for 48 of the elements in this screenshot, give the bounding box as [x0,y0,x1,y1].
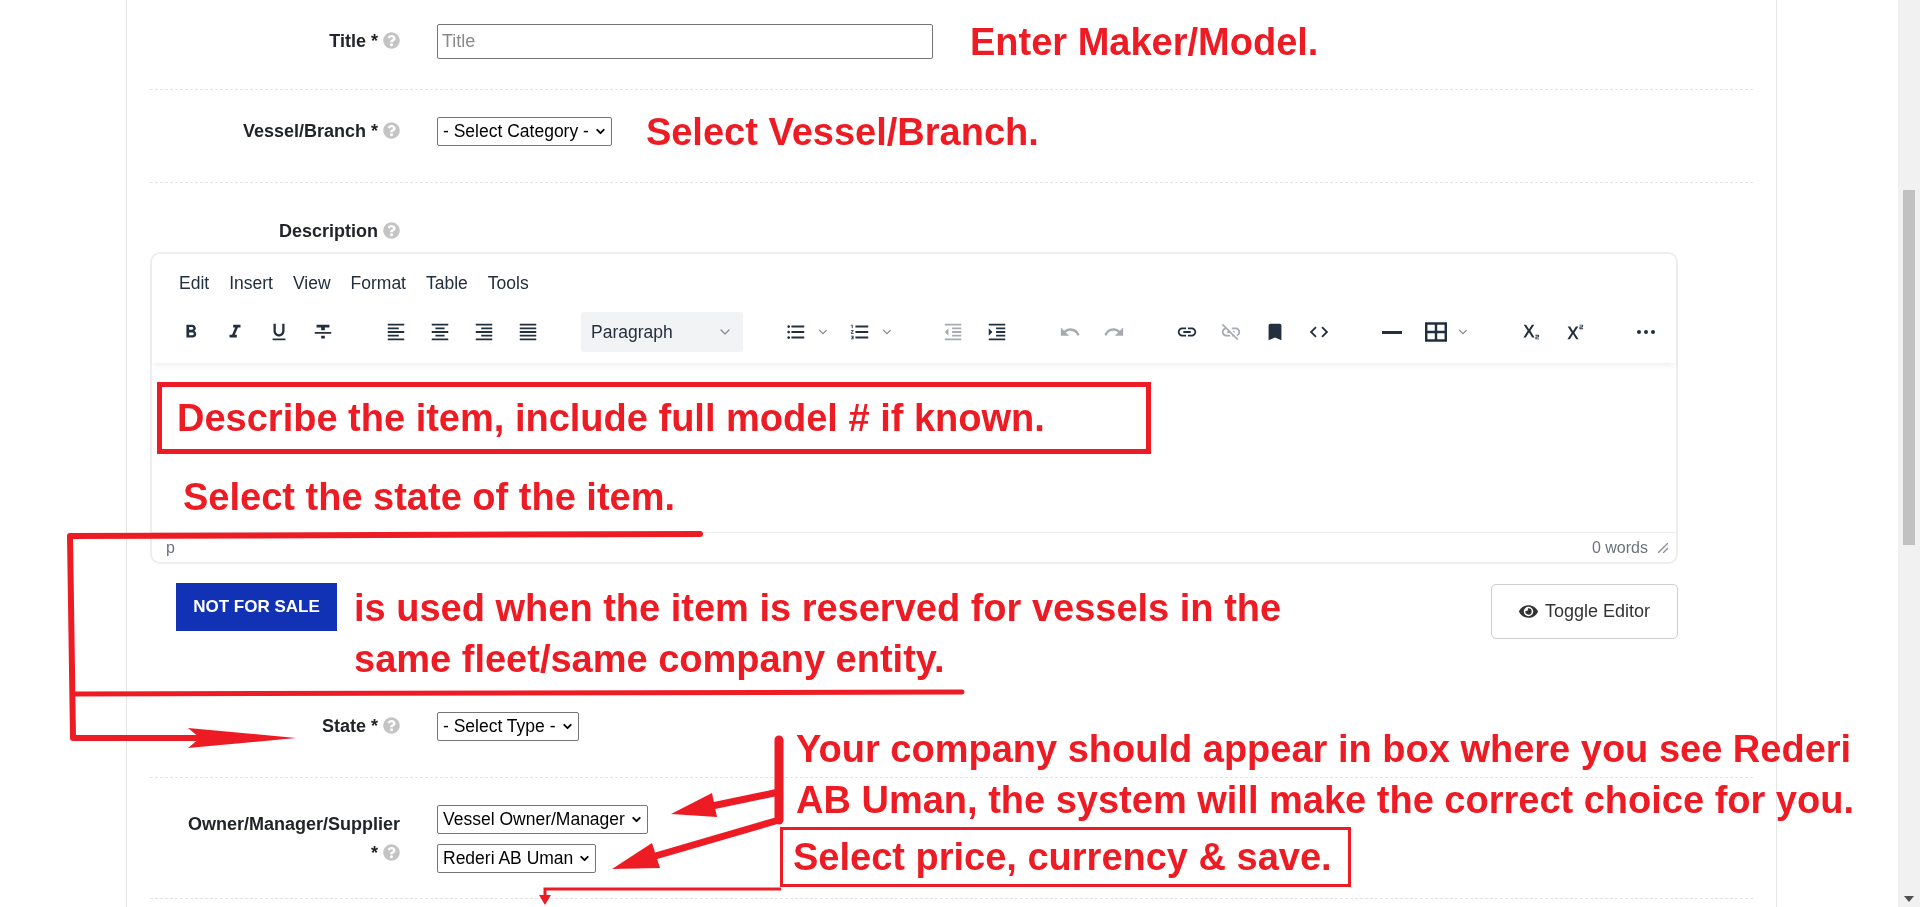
resize-handle-icon[interactable] [1658,542,1668,553]
scroll-down-arrow-icon[interactable] [1904,896,1914,902]
dropdown-select[interactable]: Rederi AB Uman [437,844,597,873]
boxed-annotation: Describe the item, include full model # if known. [157,382,1151,454]
status-badge: NOT FOR SALE [176,583,337,631]
title-input[interactable]: Title [437,24,933,59]
field-label: Description [278,221,378,241]
required-asterisk: * [370,31,378,51]
scrollbar[interactable] [1898,0,1920,907]
annotation-text: Enter Maker/Model. [970,19,1319,64]
menu-item[interactable]: Table [416,268,478,298]
unlink-icon [1220,321,1242,343]
field-label: Title [329,31,366,51]
block-format-select[interactable]: Paragraph [581,312,743,352]
boxed-annotation: Select price, currency & save. [780,827,1351,887]
align-center-icon [429,321,451,343]
menu-item[interactable]: Edit [169,268,220,298]
required-asterisk: * [370,716,378,736]
dropdown-select[interactable]: - Select Category - [437,117,612,146]
outdent-icon [942,321,964,343]
eye-icon [1518,602,1538,621]
element-path[interactable]: p [166,535,175,560]
menu-item[interactable]: Format [340,268,416,298]
field-label: State [321,716,366,736]
indent-icon [986,321,1008,343]
annotation-text: Your company should appear in box where you see Rederi AB Uman, the system will make the correct choice for you. [796,727,1855,823]
toggle-editor-button[interactable]: Toggle Editor [1491,584,1678,639]
menu-item[interactable]: View [282,268,341,298]
align-right-icon [473,321,495,343]
annotation-text: Select the state of the item. [183,475,675,519]
align-justify-icon [517,321,539,343]
menu-item[interactable]: Tools [477,268,539,298]
dropdown-select[interactable]: - Select Type - [437,712,579,741]
table-icon [1425,321,1447,343]
align-left-icon [385,321,407,343]
rich-text-editor[interactable]: Edit Insert View Format Table Tools Paragraph Describe the item, include full model # if known. Select the state of the item. p 0 words [150,252,1678,564]
annotation-text: is used when the item is reserved for vessels in the same fleet/same company entity. [354,586,1283,682]
dropdown-select[interactable]: Vessel Owner/Manager [437,805,648,834]
field-label: Vessel/Branch [242,121,366,141]
required-asterisk: * [370,121,378,141]
scrollbar-thumb[interactable] [1903,190,1915,545]
horizontal-line-icon [1382,330,1402,334]
field-label: Owner/Manager/Supplier [187,814,400,834]
annotation-text: Select Vessel/Branch. [645,109,1039,154]
required-asterisk: * [370,843,378,863]
word-count: 0 words [1591,537,1648,558]
menu-item[interactable]: Insert [219,268,283,298]
ellipsis-icon [1637,330,1655,334]
